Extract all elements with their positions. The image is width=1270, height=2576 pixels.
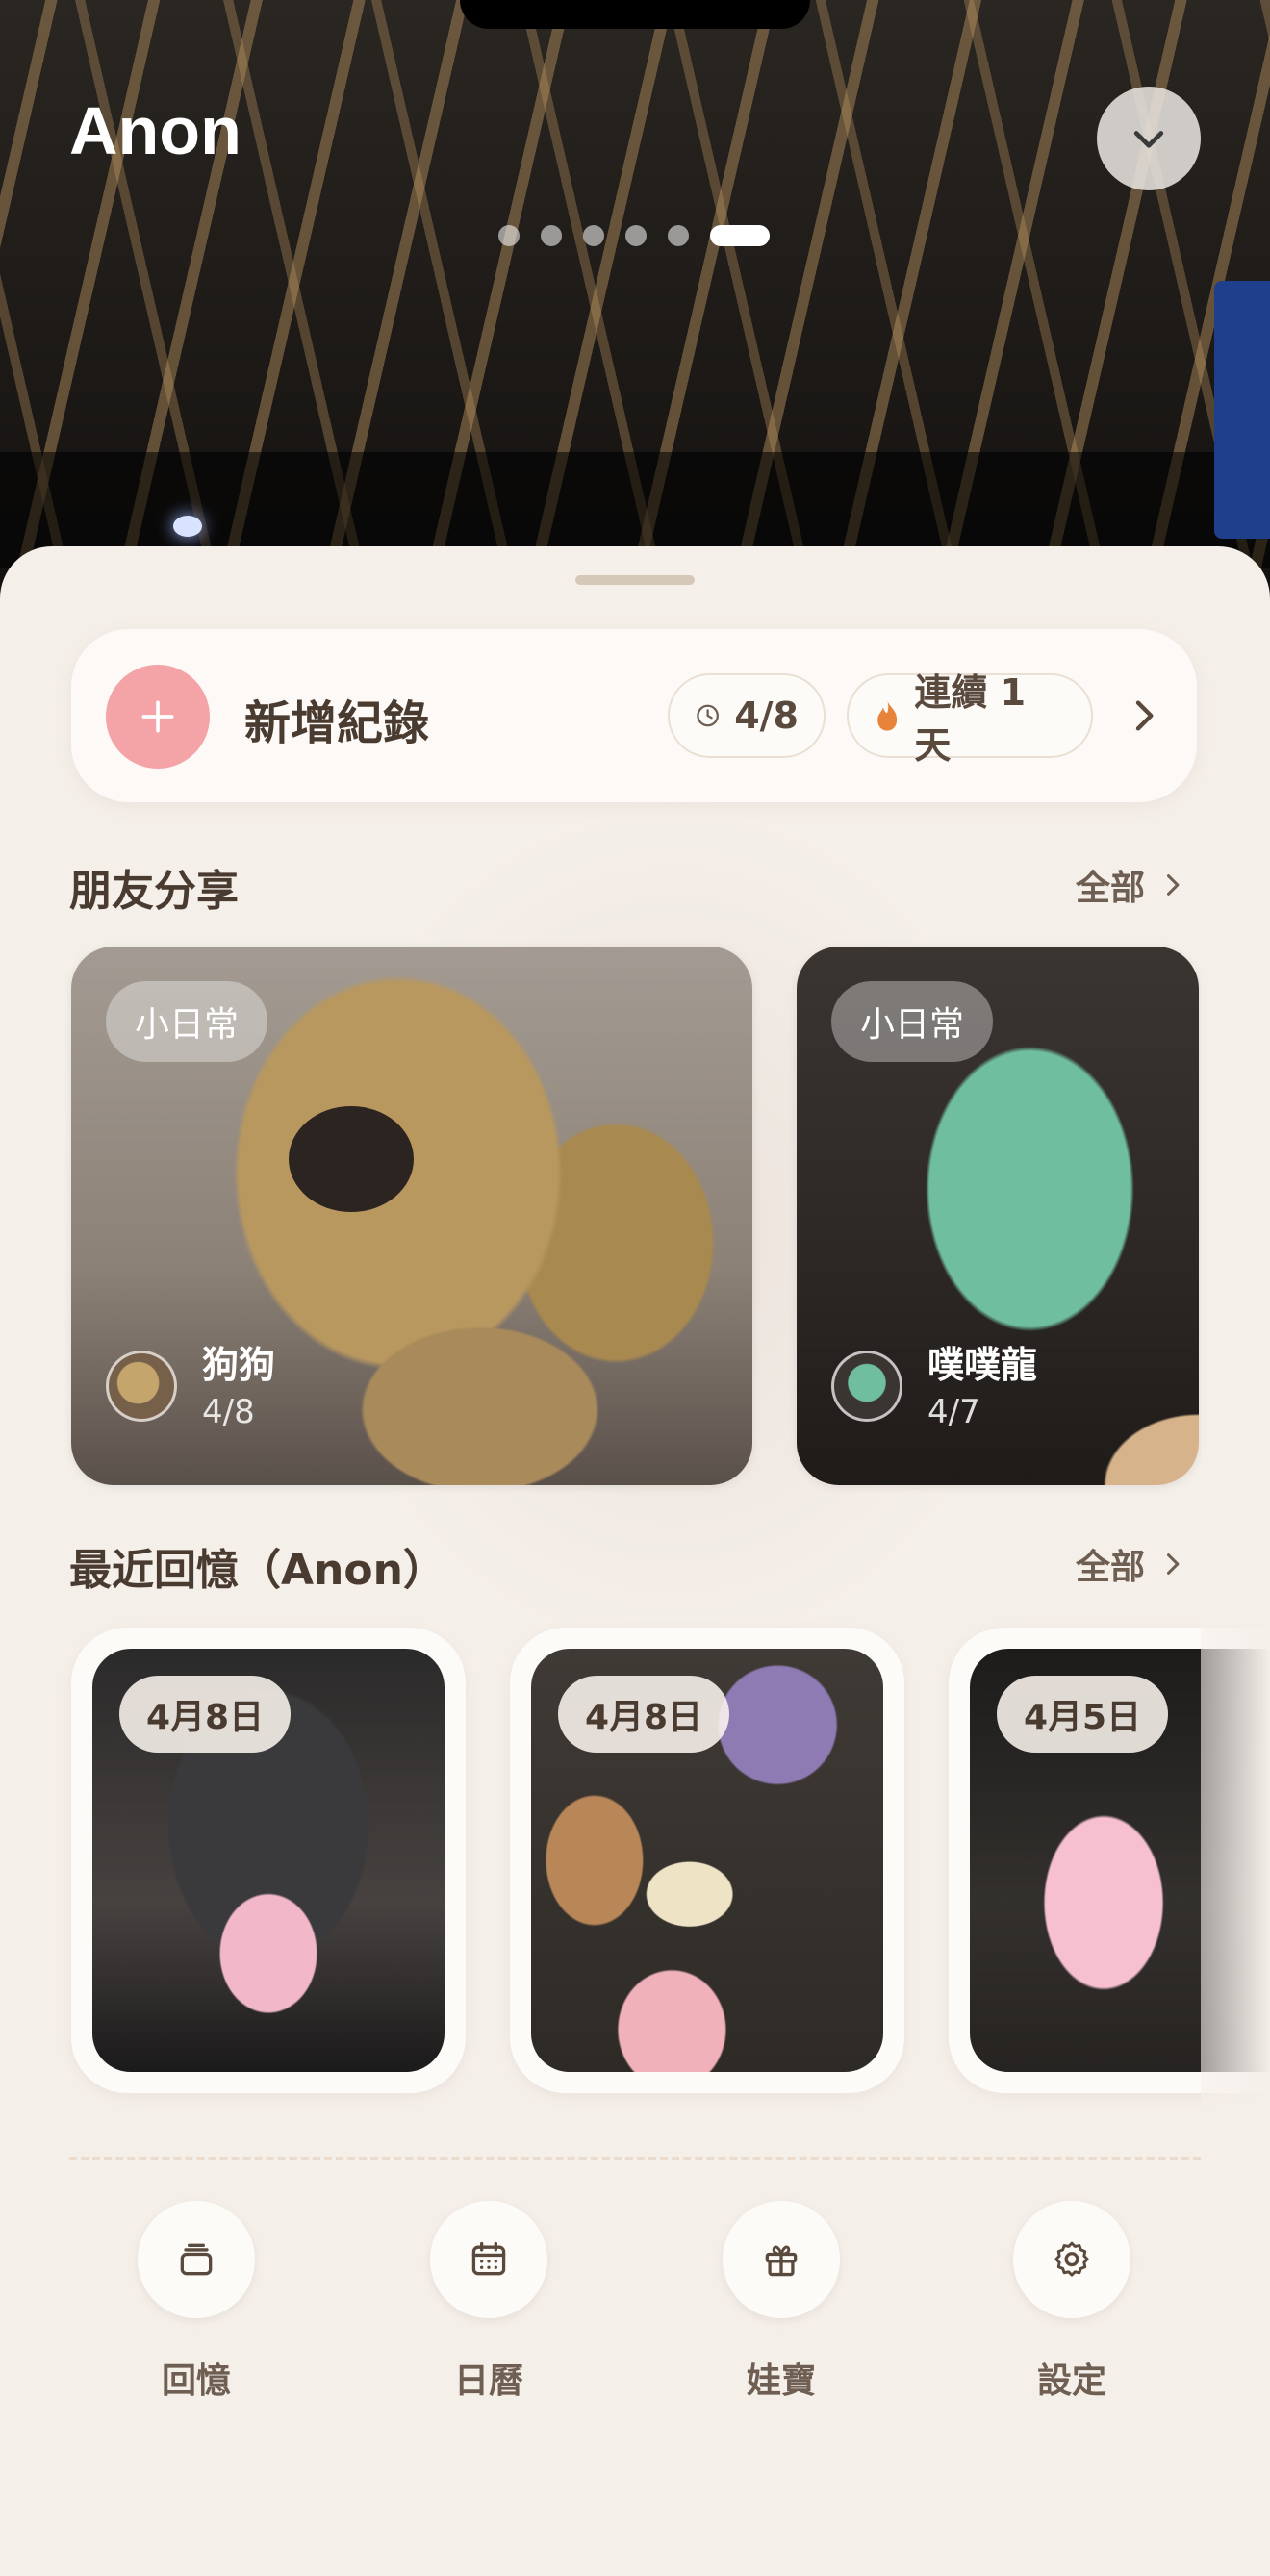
quick-add-more-button[interactable] [1120, 693, 1166, 739]
memory-date-tag: 4月8日 [558, 1676, 730, 1753]
nav-label: 設定 [1036, 2361, 1106, 2401]
scroll-fade-edge [1201, 931, 1270, 2143]
nav-item-dolls[interactable]: 娃寶 [704, 2201, 858, 2403]
flame-icon [877, 700, 898, 731]
page-dot[interactable] [583, 225, 604, 246]
chevron-down-icon [1133, 131, 1164, 148]
memory-date-tag: 4月5日 [997, 1676, 1169, 1753]
page-dot[interactable] [498, 225, 520, 246]
nav-label: 日曆 [453, 2361, 523, 2401]
see-all-label: 全部 [1076, 1548, 1146, 1587]
collapse-button[interactable] [1097, 87, 1201, 190]
memory-photo: 4月8日 [531, 1649, 883, 2072]
plus-icon [141, 700, 174, 733]
gift-icon [765, 2245, 798, 2277]
nav-button[interactable] [723, 2201, 840, 2318]
memory-card[interactable]: 4月8日 [510, 1628, 904, 2093]
quick-add-bar[interactable]: 新增紀錄 4/8 連續 1 天 [71, 629, 1197, 802]
nav-button[interactable] [430, 2201, 547, 2318]
friend-avatar [106, 1351, 177, 1422]
bottom-sheet: 新增紀錄 4/8 連續 1 天 朋友分享 全部 小日常 狗狗 4/8 小日常 噗… [0, 546, 1270, 2576]
page-dot-active[interactable] [710, 225, 770, 246]
add-record-label: 新增紀錄 [244, 696, 430, 750]
category-tag: 小日常 [831, 981, 994, 1062]
friend-name: 噗噗龍 [927, 1344, 1038, 1386]
nav-label: 回憶 [161, 2361, 231, 2401]
memories-section-title: 最近回憶（Anon） [69, 1546, 445, 1595]
friends-section-title: 朋友分享 [69, 867, 239, 916]
friend-name: 狗狗 [202, 1344, 276, 1386]
page-dot[interactable] [668, 225, 689, 246]
date-chip[interactable]: 4/8 [668, 673, 826, 758]
see-all-label: 全部 [1076, 869, 1146, 908]
profile-name: Anon [69, 93, 241, 168]
page-dot[interactable] [625, 225, 647, 246]
chevron-right-icon [1166, 874, 1180, 896]
friend-share-date: 4/8 [202, 1393, 255, 1431]
section-divider [69, 2157, 1201, 2160]
memory-photo: 4月8日 [92, 1649, 444, 2072]
calendar-icon [471, 2241, 506, 2276]
friend-share-card[interactable]: 小日常 噗噗龍 4/7 [797, 947, 1199, 1485]
photo-detail [289, 1106, 414, 1212]
nav-item-memories[interactable]: 回憶 [119, 2201, 273, 2403]
nav-item-calendar[interactable]: 日曆 [412, 2201, 566, 2403]
nav-button[interactable] [138, 2201, 255, 2318]
memories-see-all-link[interactable]: 全部 [1076, 1539, 1185, 1589]
chevron-right-icon [1135, 700, 1154, 731]
streak-chip-label: 連續 1 天 [914, 671, 1027, 767]
nav-button[interactable] [1013, 2201, 1130, 2318]
friend-avatar [831, 1351, 902, 1422]
memory-date-tag: 4月8日 [119, 1676, 292, 1753]
page-indicator [498, 225, 770, 246]
sheet-drag-handle[interactable] [575, 575, 695, 585]
nav-label: 娃寶 [746, 2361, 816, 2401]
memories-icon [180, 2243, 213, 2276]
add-record-button[interactable] [106, 665, 210, 769]
gear-icon [1054, 2241, 1089, 2277]
date-chip-label: 4/8 [734, 695, 799, 737]
nav-item-settings[interactable]: 設定 [995, 2201, 1149, 2403]
friends-see-all-link[interactable]: 全部 [1076, 860, 1185, 910]
device-notch [460, 0, 810, 29]
memory-card[interactable]: 4月8日 [71, 1628, 466, 2093]
friend-share-date: 4/7 [927, 1393, 980, 1431]
page-dot[interactable] [541, 225, 562, 246]
friend-share-card[interactable]: 小日常 狗狗 4/8 [71, 947, 752, 1485]
bottom-navigation: 回憶 日曆 娃寶 設定 [0, 2201, 1270, 2432]
streak-chip[interactable]: 連續 1 天 [847, 671, 1093, 767]
chevron-right-icon [1166, 1553, 1180, 1575]
category-tag: 小日常 [106, 981, 268, 1062]
clock-icon [697, 704, 719, 727]
